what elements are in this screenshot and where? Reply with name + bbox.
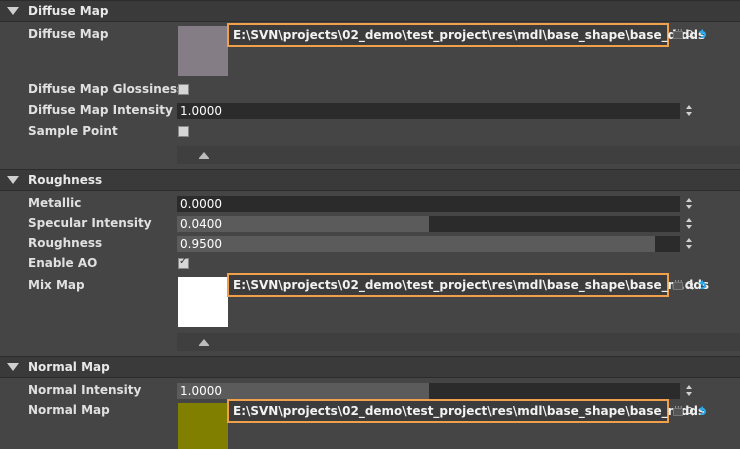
section-title-normal-map: Normal Map [28,360,110,374]
specular-intensity-field[interactable]: 0.0400 [177,216,680,232]
diffuse-collapse-bar[interactable] [177,146,740,164]
diffuse-intensity-field[interactable]: 1.0000 [177,103,680,119]
roughness-label: Roughness [28,236,103,250]
reset-icon[interactable] [699,406,708,417]
ellipsis-icon[interactable] [673,403,683,416]
roughness-field[interactable]: 0.9500 [177,236,680,252]
normal-intensity-field[interactable]: 1.0000 [177,383,680,399]
mix-map-path-text: E:\SVN\projects\02_demo\test_project\res… [233,278,710,292]
metallic-label: Metallic [28,196,82,210]
roughness-fill [177,236,655,252]
enable-ao-checkbox[interactable] [178,256,189,269]
diffuse-glossiness-checkbox[interactable] [178,84,189,95]
spinner-arrows-icon[interactable] [685,103,693,119]
reset-icon[interactable] [699,29,708,40]
diffuse-map-path-field[interactable]: E:\SVN\projects\02_demo\test_project\res… [227,23,705,47]
spinner-arrows-icon[interactable] [685,216,693,232]
normal-map-swatch[interactable] [178,403,228,449]
normal-map-label: Normal Map [28,403,110,417]
search-icon[interactable] [686,407,695,416]
section-title-roughness: Roughness [28,173,103,187]
metallic-field[interactable]: 0.0000 [177,196,680,212]
metallic-value: 0.0000 [180,197,222,211]
sample-point-checkbox[interactable] [178,126,189,137]
diffuse-intensity-label: Diffuse Map Intensity [28,103,173,117]
specular-intensity-value: 0.0400 [180,217,222,231]
ellipsis-icon[interactable] [673,277,683,290]
section-title-diffuse-map: Diffuse Map [28,4,109,18]
diffuse-glossiness-label: Diffuse Map Glossiness [28,82,185,96]
mix-map-swatch[interactable] [178,277,228,327]
search-icon[interactable] [686,281,695,290]
normal-intensity-label: Normal Intensity [28,383,142,397]
ellipsis-icon[interactable] [673,26,683,39]
normal-map-path-text: E:\SVN\projects\02_demo\test_project\res… [233,404,706,418]
search-icon[interactable] [686,30,695,39]
section-header-diffuse-map[interactable]: Diffuse Map [0,0,740,22]
roughness-value: 0.9500 [180,237,222,251]
triangle-down-icon[interactable] [7,7,19,15]
spinner-arrows-icon[interactable] [685,383,693,399]
mix-map-path-field[interactable]: E:\SVN\projects\02_demo\test_project\res… [227,273,709,297]
spinner-arrows-icon[interactable] [685,236,693,252]
spinner-arrows-icon[interactable] [685,196,693,212]
diffuse-map-swatch[interactable] [178,26,228,76]
normal-map-path-field[interactable]: E:\SVN\projects\02_demo\test_project\res… [227,399,705,423]
diffuse-map-label: Diffuse Map [28,27,109,41]
section-header-roughness[interactable]: Roughness [0,169,740,191]
mix-map-label: Mix Map [28,278,85,292]
section-header-normal-map[interactable]: Normal Map [0,356,740,378]
triangle-down-icon[interactable] [7,176,19,184]
roughness-collapse-bar[interactable] [177,333,740,351]
specular-intensity-label: Specular Intensity [28,216,152,230]
triangle-down-icon[interactable] [7,363,19,371]
diffuse-intensity-value: 1.0000 [180,104,222,118]
normal-intensity-value: 1.0000 [180,384,222,398]
diffuse-map-path-text: E:\SVN\projects\02_demo\test_project\res… [233,28,706,42]
enable-ao-label: Enable AO [28,256,98,270]
sample-point-label: Sample Point [28,124,118,138]
reset-icon[interactable] [699,280,708,291]
